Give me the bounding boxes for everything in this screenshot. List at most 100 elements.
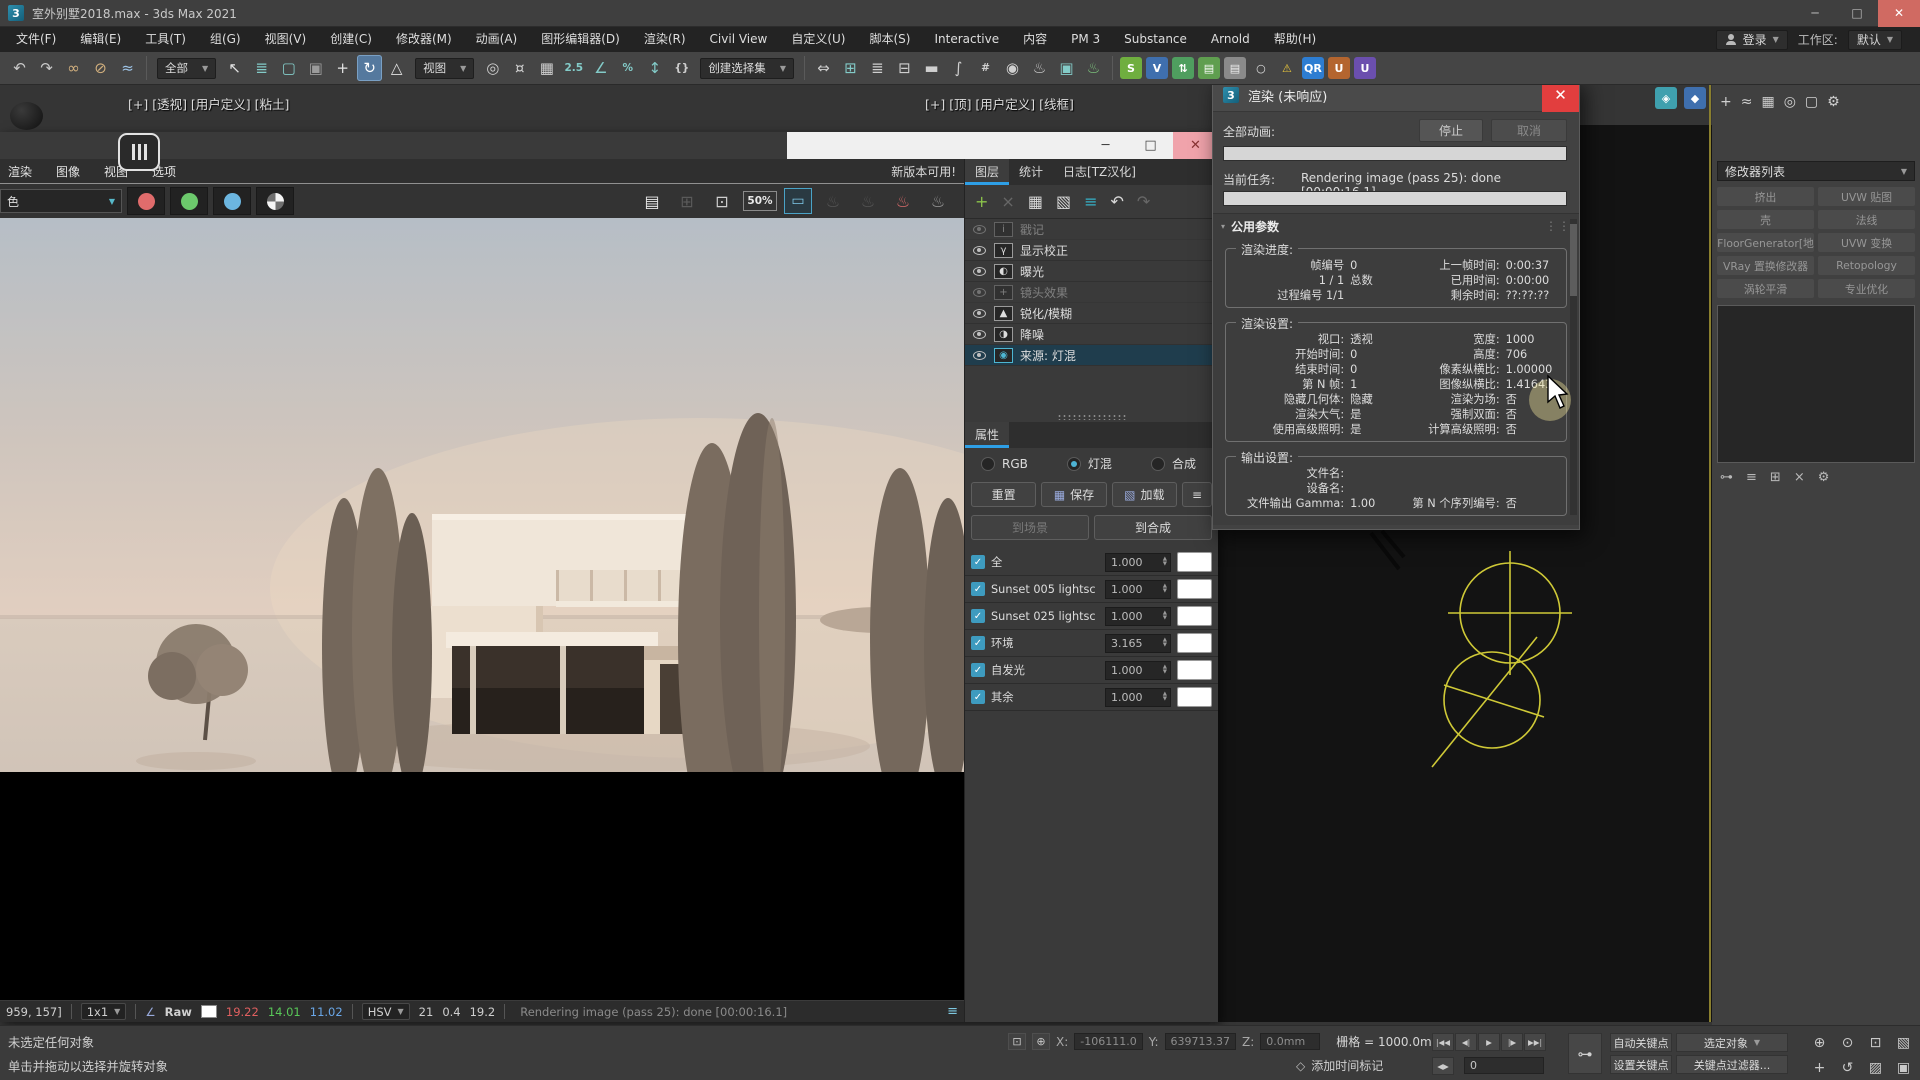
hsv-dropdown[interactable]: HSV▼ [362,1003,410,1020]
vfb-panel-tab[interactable]: 日志[TZ汉化] [1053,159,1146,185]
to-composite-button[interactable]: 到合成 [1094,515,1212,540]
lightmix-value-input[interactable]: 1.000▲▼ [1105,688,1171,707]
menu-item[interactable]: 脚本(S) [857,27,922,52]
menu-item[interactable]: 编辑(E) [68,27,133,52]
close-button[interactable]: ✕ [1878,0,1920,27]
log-icon[interactable]: ≡ [947,1004,958,1019]
scene-explorer-button[interactable]: ≣ [865,55,890,81]
go-to-end-button[interactable]: ▶▶| [1524,1033,1546,1051]
layer-row[interactable]: ◑ 降噪 [965,324,1218,345]
layer-menu-button[interactable]: ≡ [1084,192,1097,211]
motion-tab[interactable]: ◎ [1784,94,1796,110]
layer-row[interactable]: ◉ 来源: 灯混 [965,345,1218,366]
menu-item[interactable]: Civil View [698,27,780,52]
rectangular-selection-button[interactable]: ▢ [276,55,301,81]
menu-item[interactable]: Substance [1112,27,1199,52]
z-coordinate-field[interactable]: 0.0mm [1260,1033,1320,1050]
modifier-button[interactable]: Retopology [1818,256,1915,275]
bind-to-space-warp-button[interactable]: ≈ [115,55,140,81]
layer-visibility-toggle[interactable] [971,246,987,255]
dialog-titlebar[interactable]: 3 渲染 (未响应) ✕ [1213,85,1579,112]
material-editor-button[interactable]: ◉ [1000,55,1025,81]
warning-icon[interactable]: ⚠ [1276,57,1298,79]
lightmix-checkbox[interactable]: ✓ [971,690,985,704]
x-coordinate-field[interactable]: -106111.0 [1074,1033,1142,1050]
keyboard-override-button[interactable]: ▦ [534,55,559,81]
set-key-button[interactable]: 设置关键点 [1610,1055,1672,1074]
utilities-tab[interactable]: ⚙ [1827,94,1840,110]
new-version-notice[interactable]: 新版本可用! [891,163,956,180]
vfb-menu-item[interactable]: 渲染 [8,163,32,180]
render-setup-button[interactable]: ♨ [1027,55,1052,81]
menu-item[interactable]: 自定义(U) [779,27,857,52]
field-of-view-button[interactable]: ▨ [1862,1056,1889,1080]
lightmix-value-input[interactable]: 1.000▲▼ [1105,580,1171,599]
reference-coordinate-dropdown[interactable]: 视图▼ [415,58,474,79]
select-and-manipulate-button[interactable]: ¤ [507,55,532,81]
unlink-selection-button[interactable]: ⊘ [88,55,113,81]
spinner-arrows-icon[interactable]: ▲▼ [1163,665,1167,674]
layer-row[interactable]: γ 显示校正 [965,240,1218,261]
channel-dropdown[interactable]: 色▼ [0,189,122,213]
menu-item[interactable]: 动画(A) [464,27,530,52]
frame-toggle-button[interactable]: ▭ [784,188,812,214]
dialog-close-button[interactable]: ✕ [1542,85,1579,112]
viewport-label-top[interactable]: [+] [顶] [用户定义] [线框] [925,94,1074,113]
layer-visibility-toggle[interactable] [971,267,987,276]
layer-row[interactable]: i 戳记 [965,219,1218,240]
schematic-view-button[interactable]: # [973,55,998,81]
lightmix-color-swatch[interactable] [1177,606,1212,626]
to-scene-button[interactable]: 到场景 [971,515,1089,540]
y-coordinate-field[interactable]: 639713.37 [1165,1033,1237,1050]
lightmix-checkbox[interactable]: ✓ [971,555,985,569]
remove-modifier-button[interactable]: × [1794,470,1805,485]
ring-icon[interactable]: ○ [1250,57,1272,79]
add-layer-button[interactable]: + [975,192,988,211]
lightmix-checkbox[interactable]: ✓ [971,582,985,596]
selected-objects-dropdown[interactable]: 选定对象▼ [1676,1033,1788,1052]
layer-row[interactable]: + 镜头效果 [965,282,1218,303]
select-and-rotate-button[interactable]: ↻ [357,55,382,81]
blue-channel-button[interactable] [213,187,251,215]
dialog-scrollbar[interactable] [1570,219,1577,515]
modifier-button[interactable]: UVW 贴图 [1818,187,1915,206]
menu-item[interactable]: PM 3 [1059,27,1112,52]
modifier-button[interactable]: 壳 [1717,210,1814,229]
render-last-button[interactable]: ♨ [889,188,917,214]
stop-button[interactable]: 停止 [1419,119,1483,142]
menu-item[interactable]: Interactive [922,27,1011,52]
pan-button[interactable]: + [1806,1056,1833,1080]
angle-snap-button[interactable]: ∠ [588,55,613,81]
menu-item[interactable]: 创建(C) [318,27,384,52]
maximize-viewport-button[interactable]: ▣ [1890,1056,1917,1080]
lightmix-value-input[interactable]: 1.000▲▼ [1105,661,1171,680]
create-tab[interactable]: + [1720,94,1732,110]
menu-item[interactable]: 渲染(R) [632,27,698,52]
qr-icon[interactable]: QR [1302,57,1324,79]
previous-frame-button[interactable]: ◀| [1455,1033,1477,1051]
make-unique-button[interactable]: ⊞ [1770,470,1781,485]
u-purple-plugin-icon[interactable]: U [1354,57,1376,79]
layer-row[interactable]: ◐ 曝光 [965,261,1218,282]
lightmix-color-swatch[interactable] [1177,633,1212,653]
layer-visibility-toggle[interactable] [971,330,987,339]
modifier-button[interactable]: 涡轮平滑 [1717,279,1814,298]
zoom-extents-button[interactable]: ⊡ [1862,1031,1889,1055]
properties-tab[interactable]: 属性 [965,422,1009,448]
frame-spinner-button[interactable]: ◀▶ [1432,1057,1454,1075]
select-and-scale-button[interactable]: △ [384,55,409,81]
lightmix-value-input[interactable]: 1.000▲▼ [1105,553,1171,572]
menu-item[interactable]: 帮助(H) [1262,27,1328,52]
lightmix-color-swatch[interactable] [1177,552,1212,572]
layer-undo-button[interactable]: ↶ [1110,192,1123,211]
spinner-arrows-icon[interactable]: ▲▼ [1163,557,1167,566]
modifier-button[interactable]: FloorGenerator[地 [1717,233,1814,252]
spinner-arrows-icon[interactable]: ▲▼ [1163,638,1167,647]
select-object-button[interactable]: ↖ [222,55,247,81]
lightmix-color-swatch[interactable] [1177,579,1212,599]
modifier-list-dropdown[interactable]: 修改器列表 ▼ [1717,161,1915,181]
auto-key-button[interactable]: 自动关键点 [1610,1033,1672,1052]
menu-item[interactable]: 工具(T) [133,27,198,52]
layer-row[interactable]: ▲ 锐化/模糊 [965,303,1218,324]
percent-snap-button[interactable]: % [615,55,640,81]
